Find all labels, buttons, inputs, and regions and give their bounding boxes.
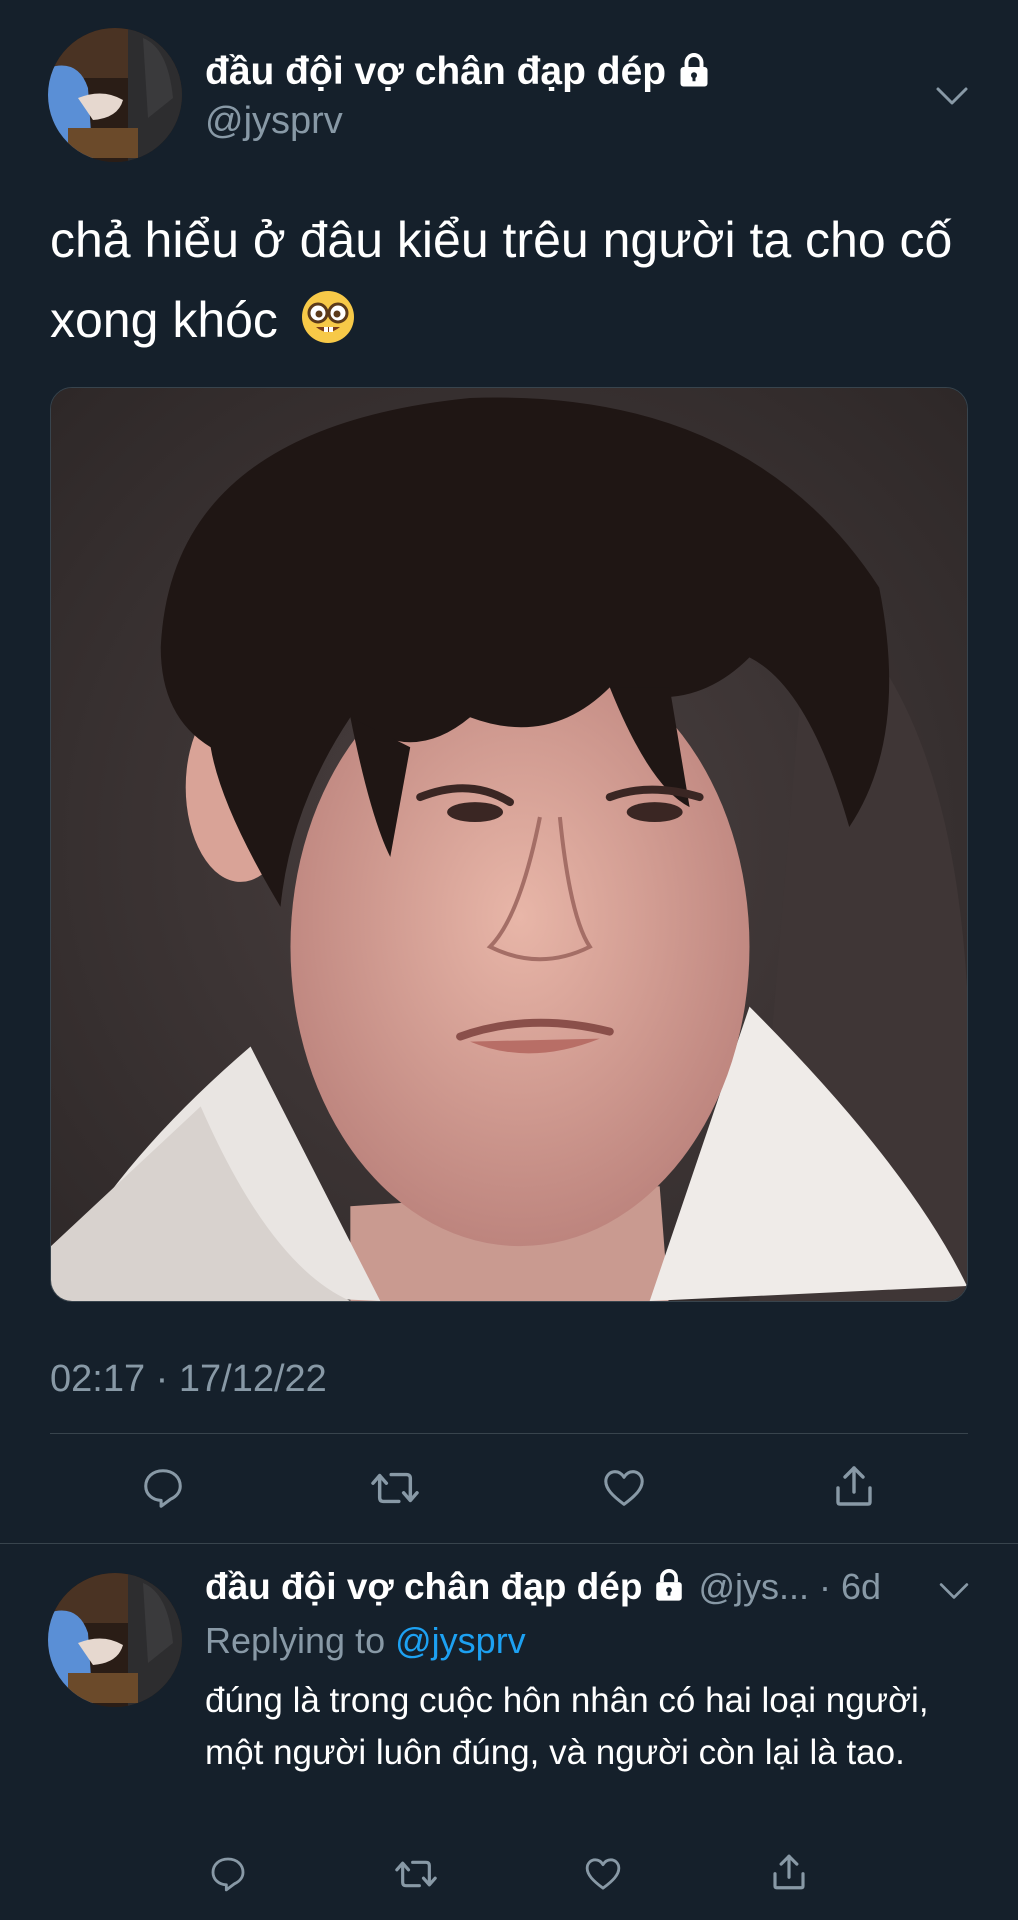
tweet-timestamp[interactable]: 02:17 · 17/12/22 <box>50 1358 327 1401</box>
divider <box>50 1433 968 1434</box>
share-icon[interactable] <box>768 1851 810 1893</box>
avatar-photo-icon <box>48 1573 182 1707</box>
reply-author-name-row: đầu đội vợ chân đạp dép @jys... · 6d <box>205 1566 881 1608</box>
reply-body: đúng là trong cuộc hôn nhân có hai loại … <box>205 1681 929 1772</box>
author-display-name[interactable]: đầu đội vợ chân đạp dép <box>205 50 666 94</box>
retweet-icon[interactable] <box>368 1465 422 1511</box>
nerd-face-emoji-icon <box>300 288 356 344</box>
author-handle[interactable]: @jysprv <box>205 100 343 143</box>
replying-to: Replying to @jysprv <box>205 1620 526 1662</box>
share-icon[interactable] <box>830 1462 878 1510</box>
retweet-icon[interactable] <box>392 1854 440 1894</box>
avatar-photo-icon <box>48 28 182 162</box>
thread-divider <box>0 1543 1018 1544</box>
replying-to-label: Replying to <box>205 1620 386 1661</box>
like-icon[interactable] <box>582 1854 624 1894</box>
reply-author-avatar[interactable] <box>48 1573 182 1707</box>
lock-icon <box>676 52 712 93</box>
reply-time-ago[interactable]: · 6d <box>819 1566 881 1608</box>
reply-icon[interactable] <box>208 1854 248 1894</box>
tweet-photo[interactable] <box>50 387 968 1302</box>
chevron-down-icon[interactable] <box>935 84 969 108</box>
reply-author-handle[interactable]: @jys... <box>698 1566 809 1608</box>
replying-to-mention-link[interactable]: @jysprv <box>395 1620 526 1661</box>
photo-icon <box>51 388 967 1301</box>
tweet-text: chả hiểu ở đâu kiểu trêu người ta cho cố… <box>50 200 980 360</box>
reply-icon[interactable] <box>140 1465 186 1511</box>
tweet-body: chả hiểu ở đâu kiểu trêu người ta cho cố… <box>50 212 953 348</box>
author-name-row: đầu đội vợ chân đạp dép <box>205 50 712 94</box>
reply-author-display-name[interactable]: đầu đội vợ chân đạp dép <box>205 1566 642 1608</box>
chevron-down-icon[interactable] <box>938 1580 970 1602</box>
like-icon[interactable] <box>600 1465 648 1511</box>
lock-icon <box>652 1568 686 1607</box>
author-avatar[interactable] <box>48 28 182 162</box>
